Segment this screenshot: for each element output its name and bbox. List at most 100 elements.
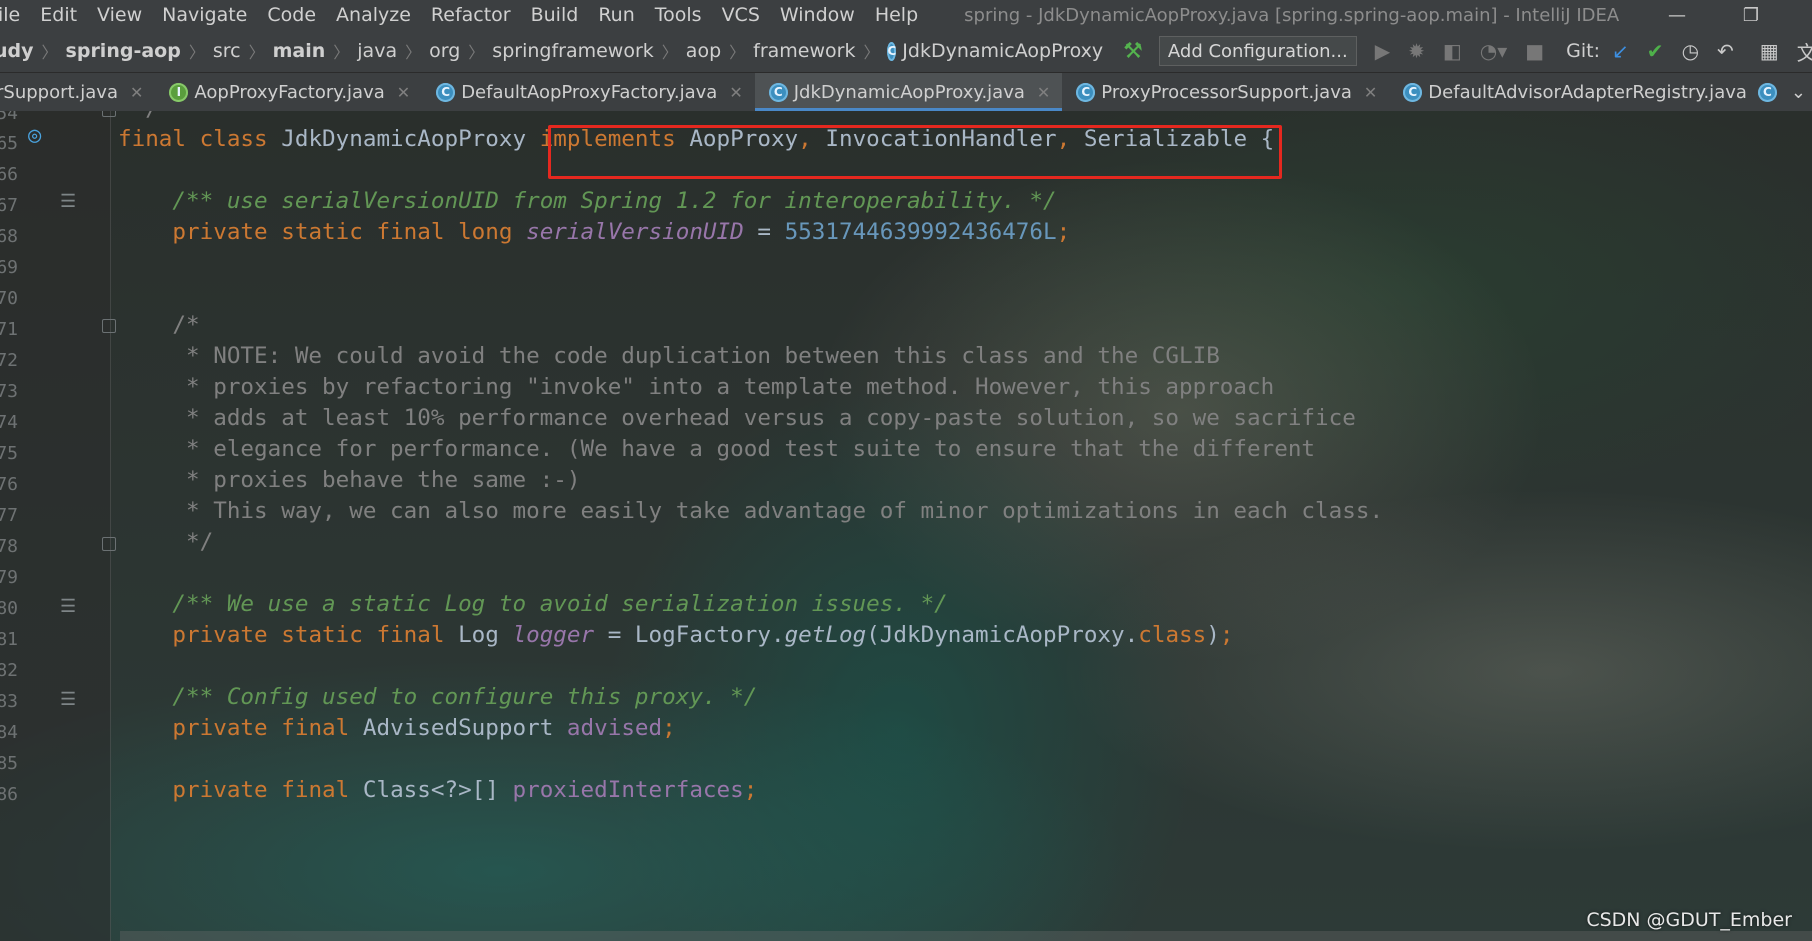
breadcrumb-project[interactable]: udy — [0, 40, 34, 62]
menu-run[interactable]: Run — [588, 4, 644, 26]
tab-defaultadvisoradapterregistry[interactable]: C DefaultAdvisorAdapterRegistry.java ✕ — [1389, 73, 1784, 111]
line-number: 80 — [0, 598, 18, 619]
class-icon: C — [1757, 82, 1777, 102]
close-icon[interactable]: ✕ — [1037, 83, 1050, 102]
menu-navigate[interactable]: Navigate — [152, 4, 257, 26]
code-line: private final AdvisedSupport advised; — [172, 715, 676, 741]
stop-icon[interactable]: ■ — [1525, 39, 1544, 63]
menu-window[interactable]: Window — [770, 4, 865, 26]
horizontal-scrollbar[interactable] — [120, 931, 1812, 941]
git-update-icon[interactable]: ↙ — [1612, 39, 1629, 63]
class-icon: C — [768, 82, 788, 102]
code-line: */ — [118, 111, 159, 124]
chevron-down-icon[interactable]: ⌄ — [1791, 82, 1806, 103]
breadcrumb-separator-icon: 〉 — [333, 43, 350, 62]
breadcrumb-aop[interactable]: aop — [686, 40, 721, 62]
menu-file[interactable]: ile — [0, 4, 30, 26]
tab-label: rSupport.java — [0, 81, 118, 103]
fold-icon[interactable] — [102, 111, 116, 117]
minimize-button[interactable]: — — [1654, 0, 1700, 30]
tab-rsupport[interactable]: rSupport.java ✕ — [0, 73, 155, 111]
breadcrumb-framework[interactable]: framework — [753, 40, 855, 62]
git-commit-icon[interactable]: ✔ — [1647, 39, 1664, 63]
project-structure-icon[interactable]: ▦ — [1760, 39, 1779, 63]
menu-view[interactable]: View — [87, 4, 152, 26]
tab-proxyprocessorsupport[interactable]: C ProxyProcessorSupport.java ✕ — [1062, 73, 1389, 111]
line-number: 85 — [0, 753, 18, 774]
line-number: 76 — [0, 474, 18, 495]
code-line: private final Class<?>[] proxiedInterfac… — [172, 777, 758, 803]
code-line: private static final Log logger = LogFac… — [172, 622, 1234, 648]
breadcrumb-class[interactable]: JdkDynamicAopProxy — [902, 40, 1103, 62]
breadcrumb-src[interactable]: src — [213, 40, 241, 62]
menu-edit[interactable]: Edit — [30, 4, 87, 26]
debug-icon[interactable]: ✹ — [1408, 39, 1425, 63]
class-icon: C — [887, 41, 897, 61]
tab-label: DefaultAdvisorAdapterRegistry.java — [1428, 81, 1747, 103]
line-number: 66 — [0, 164, 18, 185]
menu-build[interactable]: Build — [521, 4, 589, 26]
translate-icon[interactable]: 文 — [1797, 37, 1812, 66]
menu-code[interactable]: Code — [257, 4, 326, 26]
fold-icon[interactable] — [102, 537, 116, 551]
tab-label: ProxyProcessorSupport.java — [1101, 81, 1352, 103]
class-icon: C — [436, 82, 456, 102]
fold-icon[interactable] — [102, 319, 116, 333]
window-title: spring - JdkDynamicAopProxy.java [spring… — [964, 4, 1620, 26]
git-rollback-icon[interactable]: ↶ — [1717, 39, 1734, 63]
implements-marker-icon[interactable]: ◎ — [28, 123, 41, 148]
doc-comment-icon[interactable]: ☰ — [60, 191, 76, 212]
breadcrumb-separator-icon: 〉 — [41, 43, 58, 62]
run-configuration-button[interactable]: Add Configuration... — [1158, 36, 1357, 66]
annotation-highlight-box — [548, 125, 1282, 179]
git-history-icon[interactable]: ◷ — [1682, 39, 1699, 63]
profile-icon[interactable]: ◔▾ — [1480, 39, 1508, 63]
breadcrumb-separator-icon: 〉 — [729, 43, 746, 62]
restore-button[interactable]: ❐ — [1728, 0, 1774, 30]
line-number: 73 — [0, 381, 18, 402]
menu-bar: ile Edit View Navigate Code Analyze Refa… — [0, 0, 1812, 30]
close-icon[interactable]: ✕ — [397, 83, 410, 102]
breadcrumb-separator-icon: 〉 — [405, 43, 422, 62]
breadcrumb-separator-icon: 〉 — [468, 43, 485, 62]
close-icon[interactable]: ✕ — [130, 83, 143, 102]
menu-refactor[interactable]: Refactor — [421, 4, 521, 26]
doc-comment-icon[interactable]: ☰ — [60, 689, 76, 710]
breadcrumb-main[interactable]: main — [273, 40, 326, 62]
code-line: * This way, we can also more easily take… — [118, 498, 1384, 524]
git-label: Git: — [1566, 40, 1601, 62]
line-number: 54 — [0, 111, 18, 124]
line-number: 82 — [0, 660, 18, 681]
tab-defaultaopproxyfactory[interactable]: C DefaultAopProxyFactory.java ✕ — [422, 73, 755, 111]
menu-vcs[interactable]: VCS — [712, 4, 770, 26]
line-number: 86 — [0, 784, 18, 805]
close-icon[interactable]: ✕ — [1364, 83, 1377, 102]
close-icon[interactable]: ✕ — [729, 83, 742, 102]
line-number: 81 — [0, 629, 18, 650]
breadcrumb-java[interactable]: java — [357, 40, 397, 62]
doc-comment-icon[interactable]: ☰ — [60, 596, 76, 617]
coverage-icon[interactable]: ◧ — [1443, 39, 1462, 63]
line-number: 77 — [0, 505, 18, 526]
line-number: 84 — [0, 722, 18, 743]
code-line: * NOTE: We could avoid the code duplicat… — [118, 343, 1220, 369]
code-line: * proxies by refactoring "invoke" into a… — [118, 374, 1275, 400]
breadcrumb-org[interactable]: org — [429, 40, 460, 62]
line-number: 75 — [0, 443, 18, 464]
menu-tools[interactable]: Tools — [645, 4, 712, 26]
line-number: 83 — [0, 691, 18, 712]
code-line: /** Config used to configure this proxy.… — [172, 684, 758, 710]
interface-icon: I — [169, 82, 189, 102]
line-number: 65 — [0, 133, 18, 154]
breadcrumb-module[interactable]: spring-aop — [66, 40, 181, 62]
build-hammer-icon[interactable]: ⚒ — [1123, 39, 1143, 64]
breadcrumb-springframework[interactable]: springframework — [492, 40, 653, 62]
code-editor[interactable]: 54 65 66 67 68 69 70 71 72 73 74 75 76 7… — [0, 111, 1812, 941]
tab-overflow[interactable]: C ⌄ — [1757, 73, 1806, 111]
tab-jdkdynamicaopproxy[interactable]: C JdkDynamicAopProxy.java ✕ — [754, 73, 1063, 111]
menu-analyze[interactable]: Analyze — [326, 4, 421, 26]
menu-help[interactable]: Help — [865, 4, 928, 26]
run-icon[interactable]: ▶ — [1375, 39, 1390, 63]
tab-aopproxyfactory[interactable]: I AopProxyFactory.java ✕ — [155, 73, 422, 111]
navigation-bar: udy 〉 spring-aop 〉 src 〉 main 〉 java 〉 o… — [0, 30, 1812, 73]
